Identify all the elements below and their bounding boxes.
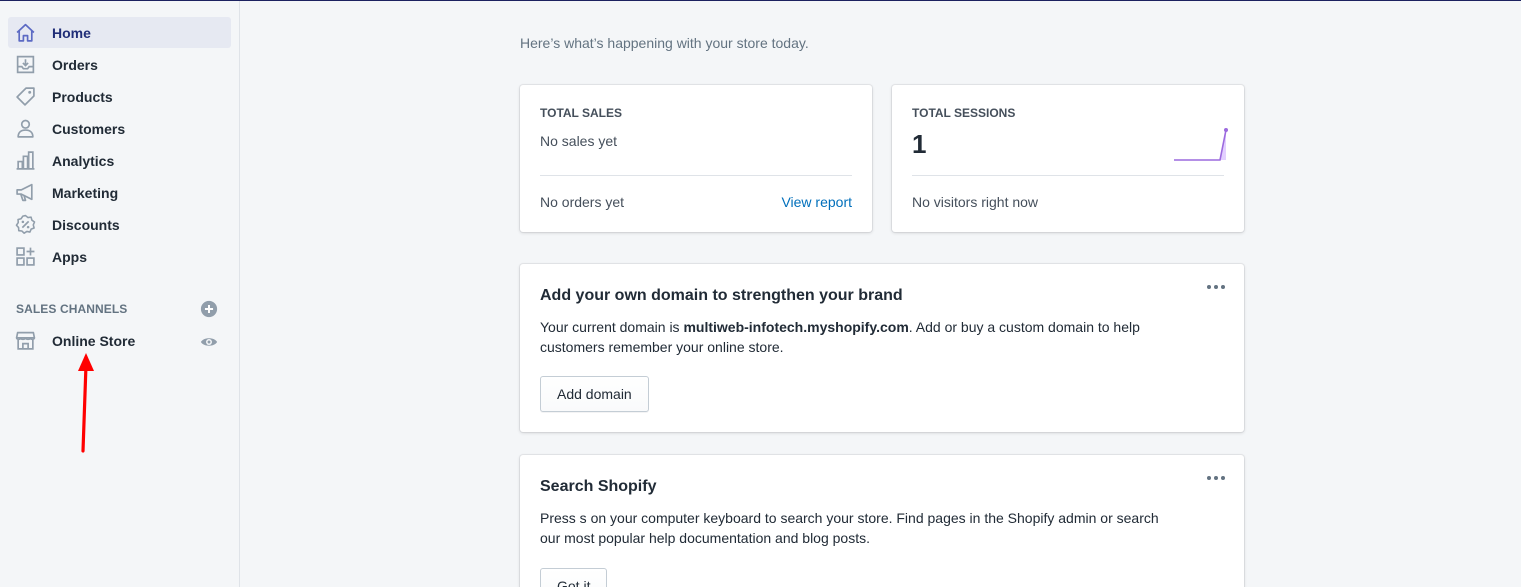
- search-card-text: Press s on your computer keyboard to sea…: [540, 510, 1159, 546]
- sidebar-item-label: Home: [52, 24, 91, 41]
- add-domain-button[interactable]: Add domain: [540, 376, 649, 412]
- home-icon: [16, 23, 35, 42]
- total-sales-subtitle: No sales yet: [540, 133, 618, 149]
- sidebar: Home Orders Products Customers Analytics: [0, 1, 240, 587]
- total-sessions-value: 1: [912, 129, 927, 159]
- sidebar-item-label: Orders: [52, 56, 98, 73]
- person-icon: [17, 119, 34, 138]
- sidebar-item-label: Marketing: [52, 184, 119, 201]
- total-sales-title: TOTAL SALES: [540, 106, 623, 120]
- view-report-link[interactable]: View report: [781, 194, 852, 210]
- visitors-status-text: No visitors right now: [912, 194, 1039, 210]
- sidebar-item-label: Discounts: [52, 216, 120, 233]
- sidebar-item-analytics[interactable]: Analytics: [8, 145, 231, 176]
- sidebar-item-home[interactable]: Home: [8, 17, 231, 48]
- domain-card-text: Your current domain is multiweb-infotech…: [540, 317, 1180, 357]
- total-sessions-card: TOTAL SESSIONS 1 No visitors right now: [892, 85, 1244, 232]
- more-options-icon[interactable]: [1206, 469, 1226, 487]
- tag-icon: [16, 87, 35, 106]
- discount-icon: [15, 214, 36, 235]
- domain-card: Add your own domain to strengthen your b…: [520, 264, 1244, 432]
- divider: [912, 175, 1224, 176]
- apps-icon: [16, 247, 35, 266]
- orders-status-text: No orders yet: [540, 194, 625, 210]
- got-it-button[interactable]: Got it: [540, 568, 608, 587]
- sidebar-item-discounts[interactable]: Discounts: [8, 209, 231, 240]
- domain-card-title: Add your own domain to strengthen your b…: [540, 287, 903, 304]
- total-sessions-title: TOTAL SESSIONS: [912, 106, 1016, 120]
- red-annotation-arrow: [78, 353, 94, 453]
- main-content: Here’s what’s happening with your store …: [240, 1, 1521, 587]
- search-shopify-card: Search Shopify Press s on your computer …: [520, 455, 1244, 587]
- megaphone-icon: [16, 183, 33, 202]
- sidebar-item-label: Products: [52, 88, 113, 105]
- add-sales-channel-plus-icon[interactable]: [200, 300, 218, 318]
- bar-chart-icon: [16, 151, 35, 170]
- domain-text-before: Your current domain is: [540, 319, 684, 335]
- store-icon: [15, 331, 36, 350]
- sidebar-item-label: Online Store: [52, 332, 136, 349]
- intro-text: Here’s what’s happening with your store …: [520, 35, 809, 51]
- more-options-icon[interactable]: [1206, 278, 1226, 296]
- sidebar-item-orders[interactable]: Orders: [8, 49, 231, 80]
- sidebar-item-products[interactable]: Products: [8, 81, 231, 112]
- orders-icon: [16, 55, 35, 74]
- sessions-sparkline: [1174, 128, 1228, 161]
- sidebar-item-apps[interactable]: Apps: [8, 241, 231, 272]
- sidebar-item-label: Analytics: [52, 152, 115, 169]
- sidebar-item-customers[interactable]: Customers: [8, 113, 231, 144]
- sidebar-item-online-store[interactable]: Online Store: [8, 325, 231, 356]
- divider: [540, 175, 852, 176]
- sidebar-item-label: Customers: [52, 120, 126, 137]
- sidebar-item-marketing[interactable]: Marketing: [8, 177, 231, 208]
- current-domain: multiweb-infotech.myshopify.com: [683, 319, 909, 335]
- eye-icon[interactable]: [200, 333, 218, 351]
- sidebar-item-label: Apps: [52, 248, 87, 265]
- sales-channels-heading: SALES CHANNELS: [16, 302, 128, 316]
- total-sales-card: TOTAL SALES No sales yet No orders yet V…: [520, 85, 872, 232]
- search-card-title: Search Shopify: [540, 478, 657, 495]
